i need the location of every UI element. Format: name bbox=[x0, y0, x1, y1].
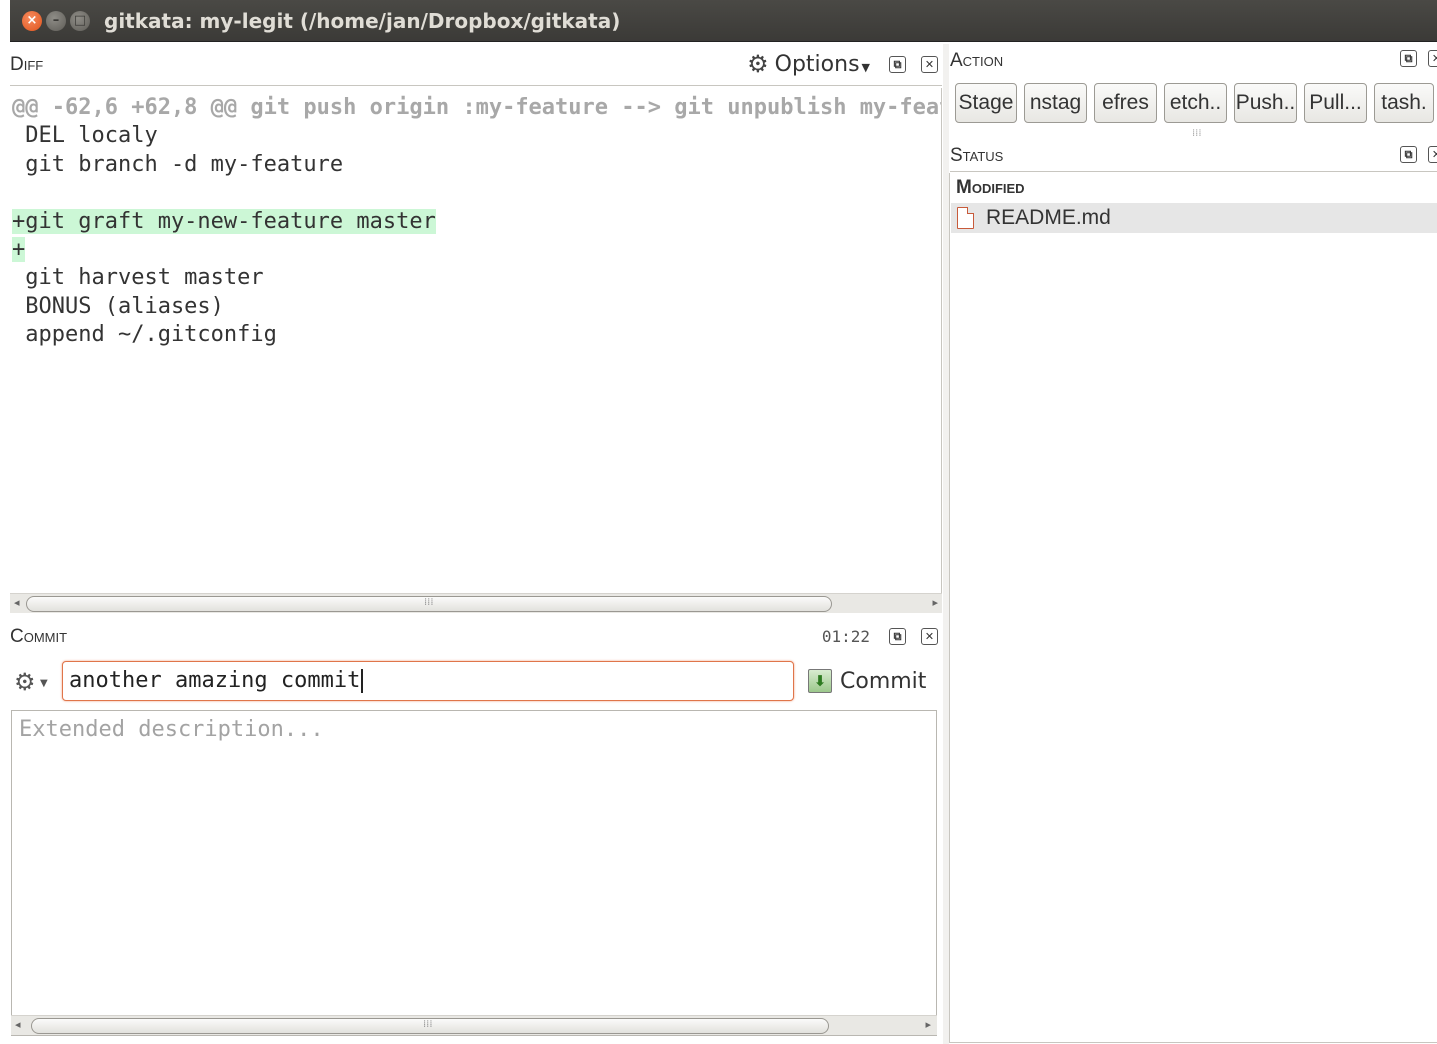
window-title: gitkata: my-legit (/home/jan/Dropbox/git… bbox=[104, 8, 621, 33]
action-panel-header: Action ⧉ ✕ bbox=[950, 44, 1437, 78]
diff-line-hunk: @@ -62,6 +62,8 @@ git push origin :my-fe… bbox=[12, 95, 942, 120]
options-menu-button[interactable]: ⚙ Options ▼ bbox=[747, 50, 870, 78]
text-cursor bbox=[361, 669, 363, 693]
commit-icon: ⬇ bbox=[808, 669, 832, 693]
status-list: Modified README.md bbox=[949, 173, 1437, 1043]
refresh-button[interactable]: efres bbox=[1094, 83, 1157, 123]
diff-panel-header: Diff ⚙ Options ▼ ⧉ ✕ bbox=[10, 44, 942, 86]
file-name: README.md bbox=[986, 206, 1111, 229]
pull-button[interactable]: Pull... bbox=[1304, 83, 1367, 123]
title-bar: × – □ gitkata: my-legit (/home/jan/Dropb… bbox=[10, 0, 1437, 42]
diff-line-add: + bbox=[10, 236, 941, 264]
stage-button[interactable]: Stage bbox=[955, 83, 1017, 123]
commit-options-gear-icon[interactable]: ⚙ bbox=[14, 668, 36, 696]
scroll-left-icon[interactable]: ◂ bbox=[15, 1018, 21, 1031]
file-icon bbox=[957, 207, 974, 229]
chevron-down-icon: ▼ bbox=[40, 678, 48, 689]
diff-line-ctx: DEL localy bbox=[12, 123, 158, 149]
fetch-button[interactable]: etch.. bbox=[1164, 83, 1227, 123]
file-list-item[interactable]: README.md bbox=[951, 203, 1437, 233]
diff-panel-title: Diff bbox=[10, 53, 44, 75]
options-label: Options bbox=[774, 51, 860, 77]
grip-icon: ⁞⁞⁞ bbox=[1192, 128, 1202, 139]
minimize-window-icon[interactable]: – bbox=[46, 10, 66, 31]
grip-icon: ⁞⁞⁞ bbox=[424, 597, 434, 608]
unstage-button[interactable]: nstag bbox=[1024, 83, 1087, 123]
diff-line-ctx: append ~/.gitconfig bbox=[12, 322, 277, 348]
extended-description-field[interactable]: Extended description... bbox=[11, 710, 937, 1036]
close-panel-icon[interactable]: ✕ bbox=[921, 628, 938, 645]
undock-icon[interactable]: ⧉ bbox=[1400, 50, 1417, 67]
grip-icon: ⁞⁞⁞ bbox=[423, 1019, 433, 1030]
action-buttons: Stage nstag efres etch.. Push.. Pull... … bbox=[955, 83, 1437, 125]
diff-horizontal-scrollbar[interactable]: ◂ ⁞⁞⁞ ▸ bbox=[10, 593, 942, 613]
close-panel-icon[interactable]: ✕ bbox=[1428, 50, 1437, 67]
chevron-down-icon: ▼ bbox=[861, 60, 870, 74]
maximize-window-icon[interactable]: □ bbox=[70, 10, 90, 31]
commit-button[interactable]: ⬇ Commit bbox=[808, 662, 926, 700]
action-panel-title: Action bbox=[950, 50, 1004, 71]
diff-line-ctx: BONUS (aliases) bbox=[12, 293, 224, 319]
diff-line-ctx: git harvest master bbox=[12, 265, 264, 291]
commit-message-input[interactable]: another amazing commit bbox=[62, 661, 794, 701]
description-placeholder: Extended description... bbox=[19, 717, 324, 742]
modified-group-header: Modified bbox=[956, 177, 1025, 198]
undock-icon[interactable]: ⧉ bbox=[889, 56, 906, 73]
status-panel-title: Status bbox=[950, 144, 1004, 166]
commit-message-value: another amazing commit bbox=[69, 668, 361, 693]
gear-icon: ⚙ bbox=[747, 50, 769, 78]
commit-time: 01:22 bbox=[821, 627, 870, 646]
push-button[interactable]: Push.. bbox=[1234, 83, 1297, 123]
diff-line-ctx bbox=[10, 179, 941, 207]
stash-button[interactable]: tash. bbox=[1374, 83, 1434, 123]
diff-line-text: + bbox=[12, 236, 26, 262]
scroll-left-icon[interactable]: ◂ bbox=[14, 596, 20, 609]
diff-view[interactable]: @@ -62,6 +62,8 @@ git push origin :my-fe… bbox=[10, 88, 942, 593]
description-horizontal-scrollbar[interactable]: ◂ ⁞⁞⁞ ▸ bbox=[11, 1015, 937, 1035]
undock-icon[interactable]: ⧉ bbox=[1400, 146, 1417, 163]
scroll-right-icon[interactable]: ▸ bbox=[925, 1018, 931, 1031]
commit-panel-title: Commit bbox=[10, 626, 68, 647]
close-panel-icon[interactable]: ✕ bbox=[1428, 146, 1437, 163]
status-panel-header: Status ⧉ ✕ bbox=[950, 140, 1437, 172]
close-panel-icon[interactable]: ✕ bbox=[921, 56, 938, 73]
diff-line-text: +git graft my-new-feature master bbox=[12, 208, 436, 234]
undock-icon[interactable]: ⧉ bbox=[889, 628, 906, 645]
commit-button-label: Commit bbox=[840, 668, 927, 694]
diff-line-add: +git graft my-new-feature master bbox=[10, 208, 941, 236]
close-window-icon[interactable]: × bbox=[22, 10, 42, 31]
scroll-right-icon[interactable]: ▸ bbox=[932, 596, 938, 609]
diff-line-ctx: git branch -d my-feature bbox=[12, 151, 344, 177]
commit-panel-header: Commit 01:22 ⧉ ✕ bbox=[10, 618, 942, 656]
commit-row: ⚙ ▼ another amazing commit ⬇ Commit bbox=[10, 658, 942, 704]
